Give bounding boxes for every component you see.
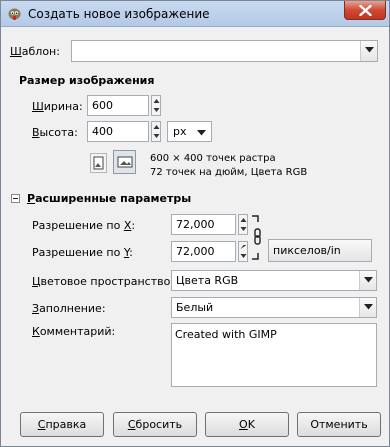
help-button[interactable]: Справка [20, 412, 104, 437]
spin-up-icon[interactable] [240, 216, 247, 225]
landscape-button[interactable] [113, 150, 136, 174]
xres-input[interactable]: 72,000 [171, 214, 236, 235]
comment-text: Created with GIMP [175, 328, 277, 341]
cancel-button[interactable]: Отменить [297, 412, 381, 437]
chevron-down-icon [197, 130, 206, 136]
template-select[interactable] [71, 40, 378, 62]
spin-up-icon[interactable] [153, 97, 160, 106]
template-dropdown-button[interactable] [360, 41, 377, 61]
collapse-toggle[interactable] [11, 194, 20, 203]
resolution-unit-select[interactable]: пикселов/in [268, 239, 372, 262]
chevron-down-icon [364, 277, 373, 283]
width-label: Ширина: [32, 100, 83, 113]
gimp-icon [8, 8, 21, 20]
unit-value: px [173, 125, 187, 138]
colorspace-value: Цвета RGB [176, 274, 239, 287]
fill-dropdown-button[interactable] [359, 298, 376, 317]
width-spinner[interactable] [151, 95, 161, 116]
title-bar[interactable]: Создать новое изображение [1, 1, 389, 27]
image-size-heading: Размер изображения [19, 74, 155, 87]
spin-down-icon[interactable] [240, 252, 247, 261]
new-image-dialog: Создать новое изображение Шаблон: Размер… [0, 0, 390, 447]
spin-up-icon[interactable] [240, 243, 247, 252]
yres-label: Разрешение по Y: [32, 246, 133, 259]
xres-spinner[interactable] [238, 214, 248, 235]
comment-textarea[interactable]: Created with GIMP [171, 323, 377, 387]
spin-up-icon[interactable] [153, 123, 160, 132]
size-info-line1: 600 × 400 точек растра [150, 153, 276, 164]
portrait-icon [93, 156, 104, 170]
height-label: Высота: [32, 126, 78, 139]
colorspace-dropdown-button[interactable] [359, 271, 376, 290]
spin-down-icon[interactable] [240, 225, 247, 234]
reset-button[interactable]: Сбросить [113, 412, 197, 437]
spin-down-icon[interactable] [153, 132, 160, 141]
fill-value: Белый [176, 301, 214, 314]
spin-down-icon[interactable] [153, 106, 160, 115]
unit-select[interactable]: px [167, 121, 212, 142]
chevron-down-icon [365, 47, 374, 53]
height-input[interactable]: 400 [87, 121, 149, 142]
close-icon [359, 5, 372, 16]
portrait-button[interactable] [90, 153, 107, 173]
window-title: Создать новое изображение [28, 7, 210, 21]
yres-input[interactable]: 72,000 [171, 241, 236, 262]
resolution-unit-value: пикселов/in [273, 244, 341, 257]
colorspace-label: Цветовое пространство: [32, 275, 175, 288]
height-spinner[interactable] [151, 121, 161, 142]
landscape-icon [117, 156, 133, 168]
minus-icon [13, 198, 18, 199]
ok-button[interactable]: OK [205, 412, 289, 437]
advanced-heading[interactable]: Расширенные параметры [27, 192, 191, 205]
close-button[interactable] [344, 1, 386, 20]
size-info-line2: 72 точек на дюйм, Цвета RGB [150, 167, 308, 178]
width-input[interactable]: 600 [87, 95, 149, 116]
yres-spinner[interactable] [238, 241, 248, 262]
template-label: Шаблон: [10, 45, 60, 58]
fill-label: Заполнение: [32, 302, 106, 315]
chain-link-icon[interactable] [251, 215, 261, 261]
xres-label: Разрешение по X: [32, 219, 136, 232]
chevron-down-icon [364, 304, 373, 310]
colorspace-select[interactable]: Цвета RGB [171, 270, 377, 291]
comment-label: Комментарий: [32, 325, 116, 338]
fill-select[interactable]: Белый [171, 297, 377, 318]
